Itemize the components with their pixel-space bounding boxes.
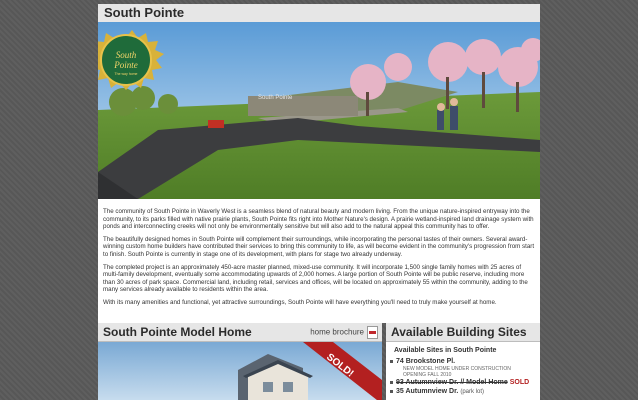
sold-status: SOLD	[509, 379, 530, 386]
hero-illustration: South Pointe South Pointe The way home	[98, 22, 540, 199]
list-item[interactable]: 93 Autumnview Dr. // Model Home SOLD	[390, 379, 540, 387]
model-home-image: SOLD!	[98, 342, 382, 400]
home-brochure-label[interactable]: home brochure	[310, 328, 364, 337]
site-address[interactable]: 93 Autumnview Dr. // Model Home	[396, 379, 508, 386]
building-sites-title: Available Building Sites	[391, 325, 527, 339]
pdf-icon[interactable]	[367, 326, 378, 339]
logo-line1: South	[116, 50, 137, 60]
sites-subtitle: Available Sites in South Pointe	[394, 347, 497, 354]
header-bar: South Pointe	[98, 4, 540, 23]
intro-paragraph: The completed project is an approximatel…	[103, 263, 528, 294]
logo-tagline: The way home	[115, 72, 138, 76]
site-address[interactable]: 35 Autumnview Dr.	[396, 388, 458, 395]
hero-rendering: South Pointe South Pointe The way home	[98, 22, 540, 199]
page-title: South Pointe	[104, 5, 185, 20]
building-sites-panel: Available Sites in South Pointe 74 Brook…	[386, 342, 540, 400]
page-container: South Pointe South Pointe South Pointe T…	[98, 0, 540, 400]
sites-list: 74 Brookstone Pl. NEW MODEL HOME UNDER C…	[386, 358, 540, 396]
model-home-photo[interactable]: SOLD!	[98, 342, 382, 400]
intro-paragraph: The community of South Pointe in Waverly…	[103, 208, 534, 231]
list-item[interactable]: 74 Brookstone Pl. NEW MODEL HOME UNDER C…	[390, 358, 540, 378]
model-home-header: South Pointe Model Home home brochure	[98, 323, 382, 342]
site-lot-note: (park lot)	[460, 389, 484, 395]
sign-text: South Pointe	[258, 95, 293, 101]
site-address[interactable]: 74 Brookstone Pl.	[396, 358, 455, 365]
intro-paragraph: With its many amenities and functional, …	[103, 298, 497, 306]
intro-content: The community of South Pointe in Waverly…	[98, 199, 540, 323]
home-brochure-link[interactable]: home brochure	[310, 326, 378, 339]
logo-line2: Pointe	[113, 60, 138, 70]
site-note: OPENING FALL 2010	[403, 372, 452, 378]
intro-paragraph: The beautifully designed homes in South …	[103, 235, 535, 258]
list-item[interactable]: 35 Autumnview Dr. (park lot)	[390, 388, 540, 396]
building-sites-header: Available Building Sites	[386, 323, 540, 342]
